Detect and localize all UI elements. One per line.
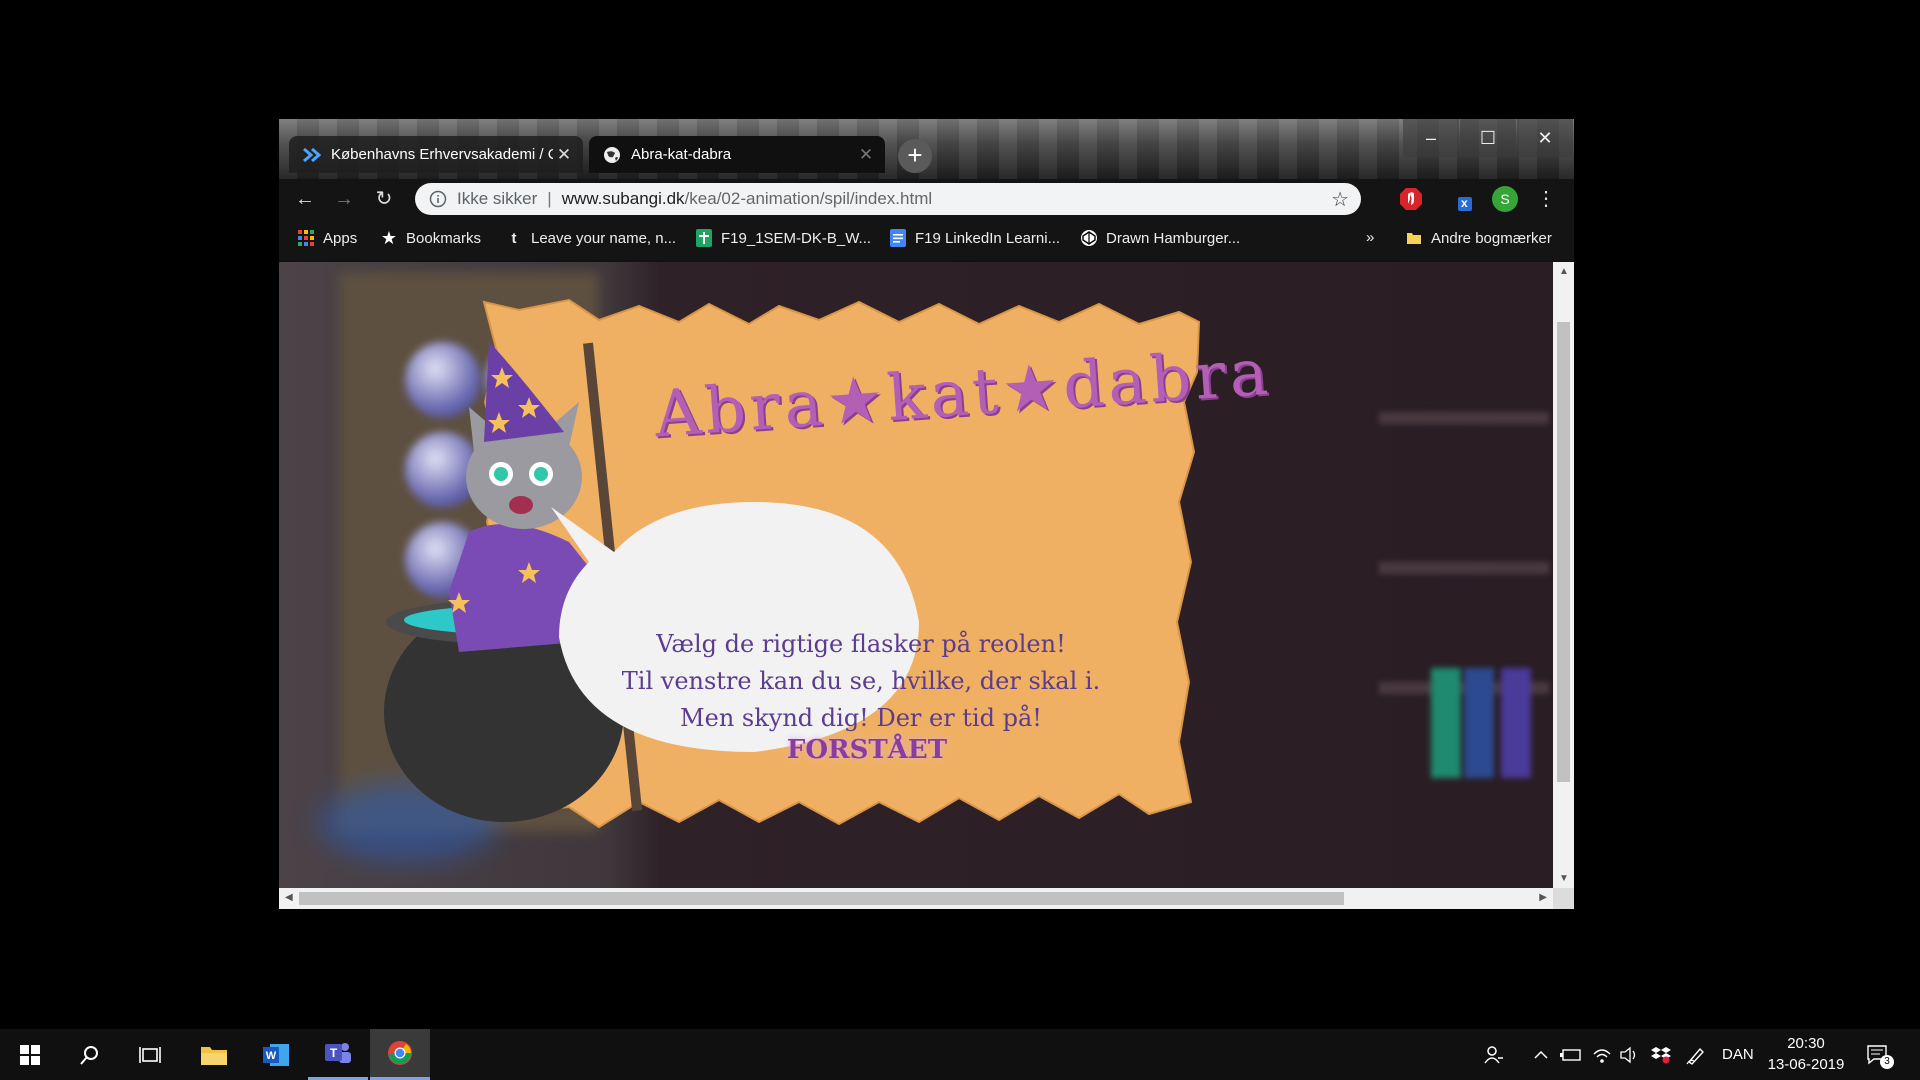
tab-abra-kat-dabra[interactable]: Abra-kat-dabra ✕ [589, 136, 885, 173]
scroll-up-icon[interactable]: ▲ [1559, 266, 1569, 277]
sheets-icon [695, 229, 713, 247]
clock-time: 20:30 [1787, 1035, 1825, 1052]
bookmarks-overflow-button[interactable]: » [1366, 229, 1374, 246]
svg-text:W: W [266, 1050, 277, 1062]
tab-label: Abra-kat-dabra [631, 146, 732, 163]
file-explorer-icon[interactable] [184, 1029, 244, 1080]
wifi-icon[interactable] [1592, 1029, 1612, 1080]
minimize-button[interactable]: – [1403, 119, 1459, 157]
url-path: /kea/02-animation/spil/index.html [684, 189, 933, 208]
battery-icon[interactable] [1560, 1029, 1582, 1080]
close-window-button[interactable]: ✕ [1517, 119, 1573, 157]
instruction-line: Til venstre kan du se, hvilke, der skal … [621, 667, 1101, 695]
bookmark-label: Drawn Hamburger... [1106, 229, 1241, 247]
game-canvas: Abra★kat★dabra [279, 262, 1553, 888]
bookmark-apps[interactable]: Apps [297, 229, 357, 247]
taskbar: W T DAN 20:30 13-06-2019 3 [0, 1029, 1920, 1080]
bookmark-label: Apps [323, 229, 358, 247]
scrollbar-corner [1553, 888, 1574, 909]
star-icon: ★ [380, 227, 398, 248]
scroll-right-icon[interactable]: ▶ [1539, 892, 1547, 903]
bookmark-drawn-hamburger[interactable]: Drawn Hamburger... [1080, 229, 1240, 247]
folder-icon [1405, 229, 1423, 247]
forward-button[interactable]: → [331, 187, 357, 211]
svg-text:T: T [330, 1046, 338, 1060]
chevron-up-icon[interactable] [1533, 1029, 1549, 1080]
security-label[interactable]: Ikke sikker [457, 189, 537, 209]
address-separator: | [547, 189, 552, 208]
bookmark-label: Bookmarks [406, 229, 482, 247]
close-tab-icon[interactable]: ✕ [553, 145, 575, 165]
new-tab-button[interactable]: + [898, 139, 932, 173]
notification-count-badge: 3 [1880, 1055, 1894, 1069]
chrome-icon[interactable] [370, 1029, 430, 1080]
info-icon[interactable] [429, 190, 447, 208]
profile-avatar[interactable]: S [1492, 186, 1518, 212]
word-icon[interactable]: W [246, 1029, 306, 1080]
bookmark-label: Andre bogmærker [1431, 229, 1552, 247]
teams-icon[interactable]: T [308, 1029, 368, 1080]
bookmark-f19-linkedin[interactable]: F19 LinkedIn Learni... [889, 229, 1060, 247]
extension-icon[interactable]: x [1451, 187, 1477, 213]
bookmark-label: Leave your name, n... [531, 229, 677, 247]
dropbox-icon[interactable] [1651, 1029, 1671, 1080]
more-menu-icon[interactable]: ⋮ [1533, 186, 1559, 212]
bookmark-label: F19_1SEM-DK-B_W... [721, 229, 872, 247]
browser-toolbar: ← → ↻ Ikke sikker | www.subangi.dk /kea/… [279, 179, 1574, 219]
windows-start-icon[interactable] [0, 1029, 60, 1080]
language-indicator[interactable]: DAN [1722, 1029, 1754, 1080]
vertical-scrollbar[interactable]: ▲ ▼ [1553, 262, 1574, 888]
bookmark-bookmarks[interactable]: ★ Bookmarks [380, 227, 482, 248]
cat-mouth [509, 496, 533, 514]
codepen-icon [1080, 229, 1098, 247]
browser-window: Københavns Erhvervsakademi / C ✕ Abra-ka… [279, 119, 1574, 909]
clock[interactable]: 20:30 13-06-2019 [1766, 1033, 1846, 1075]
extension-badge: x [1461, 196, 1468, 210]
volume-icon[interactable] [1619, 1029, 1639, 1080]
tab-kea[interactable]: Københavns Erhvervsakademi / C ✕ [289, 136, 583, 173]
clock-date: 13-06-2019 [1767, 1056, 1845, 1073]
pen-icon[interactable] [1686, 1029, 1706, 1080]
instructions-text: Vælg de rigtige flasker på reolen! Til v… [611, 626, 1111, 737]
people-icon[interactable] [1484, 1029, 1504, 1080]
bookmark-label: F19 LinkedIn Learni... [915, 229, 1061, 247]
close-tab-icon[interactable]: ✕ [855, 145, 877, 165]
bookmark-leave-your-name[interactable]: t Leave your name, n... [505, 229, 677, 247]
instruction-line: Men skynd dig! Der er tid på! [680, 704, 1042, 732]
vertical-scroll-thumb[interactable] [1557, 322, 1570, 782]
reload-button[interactable]: ↻ [371, 187, 397, 211]
tumblr-icon: t [511, 229, 517, 247]
adblock-extension-icon[interactable] [1398, 186, 1424, 212]
back-button[interactable]: ← [292, 187, 318, 211]
address-bar[interactable]: Ikke sikker | www.subangi.dk /kea/02-ani… [415, 183, 1361, 215]
kea-favicon-icon [303, 146, 321, 164]
bookmark-star-icon[interactable]: ☆ [1331, 187, 1349, 212]
bookmark-f19-1sem[interactable]: F19_1SEM-DK-B_W... [695, 229, 871, 247]
search-icon[interactable] [60, 1029, 120, 1080]
horizontal-scrollbar[interactable]: ◀ ▶ [279, 888, 1553, 909]
maximize-button[interactable]: ☐ [1460, 119, 1516, 157]
confirm-button[interactable]: FORSTÅET [777, 735, 957, 775]
bookmarks-bar: Apps ★ Bookmarks t Leave your name, n...… [279, 219, 1574, 260]
notification-center-icon[interactable]: 3 [1866, 1029, 1894, 1080]
apps-grid-icon [297, 229, 315, 247]
scroll-down-icon[interactable]: ▼ [1559, 873, 1569, 884]
instruction-line: Vælg de rigtige flasker på reolen! [656, 630, 1066, 658]
task-view-icon[interactable] [120, 1029, 180, 1080]
docs-icon [889, 229, 907, 247]
scroll-left-icon[interactable]: ◀ [285, 892, 293, 903]
horizontal-scroll-thumb[interactable] [299, 892, 1344, 905]
scene-art [384, 298, 1201, 829]
bookmark-other-folder[interactable]: Andre bogmærker [1405, 229, 1552, 247]
globe-icon [603, 146, 621, 164]
tab-label: Københavns Erhvervsakademi / C [331, 146, 553, 163]
url-domain: www.subangi.dk [561, 189, 685, 208]
